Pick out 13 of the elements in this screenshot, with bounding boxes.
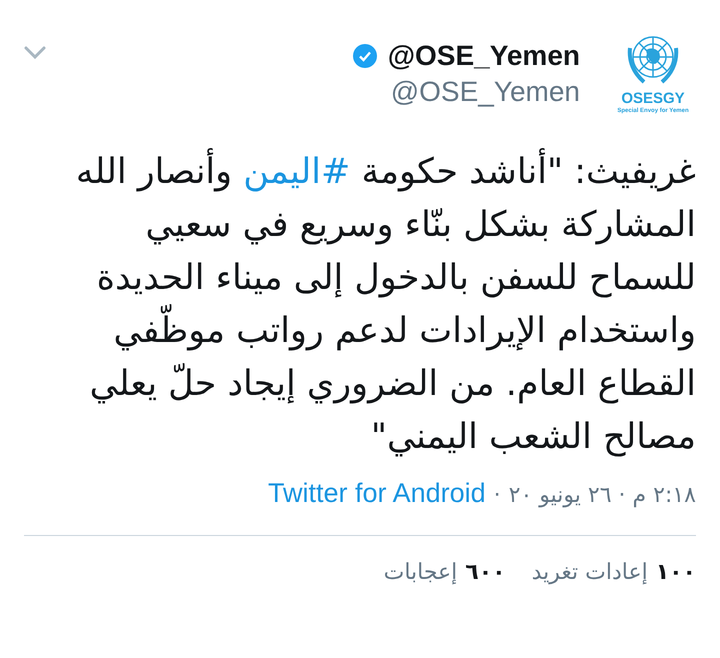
display-name[interactable]: @OSE_Yemen [388,40,580,72]
stat-count: ١٠٠ [656,560,696,585]
avatar-title: OSESGY [621,90,685,108]
source-link[interactable]: Twitter for Android [268,478,486,509]
stat-label[interactable]: إعادات تغريد [532,560,648,585]
hashtag-link[interactable]: #اليمن [243,152,350,192]
chevron-down-icon[interactable] [24,46,46,60]
tweet-timestamp: ٢:١٨ م · ٢٦ يونيو ٢٠ [508,483,696,508]
user-handle[interactable]: @OSE_Yemen [390,76,580,108]
stat-count: ٦٠٠ [465,560,506,585]
tweet-text: غريفيث: "أناشد حكومة #اليمن وأنصار الله المشاركة بشكل بنّاء وسريع في سعيي للسماح للسفن بالدخول إلى ميناء الحديدة واستخدام الإيرادات لدعم رواتب موظّفي القطاع العام. من الضروري إيجاد حلّ يعلي مصالح الشعب اليمني" [24,146,696,464]
separator-dot: · [494,483,501,508]
stat-label[interactable]: إعجابات [384,560,458,585]
